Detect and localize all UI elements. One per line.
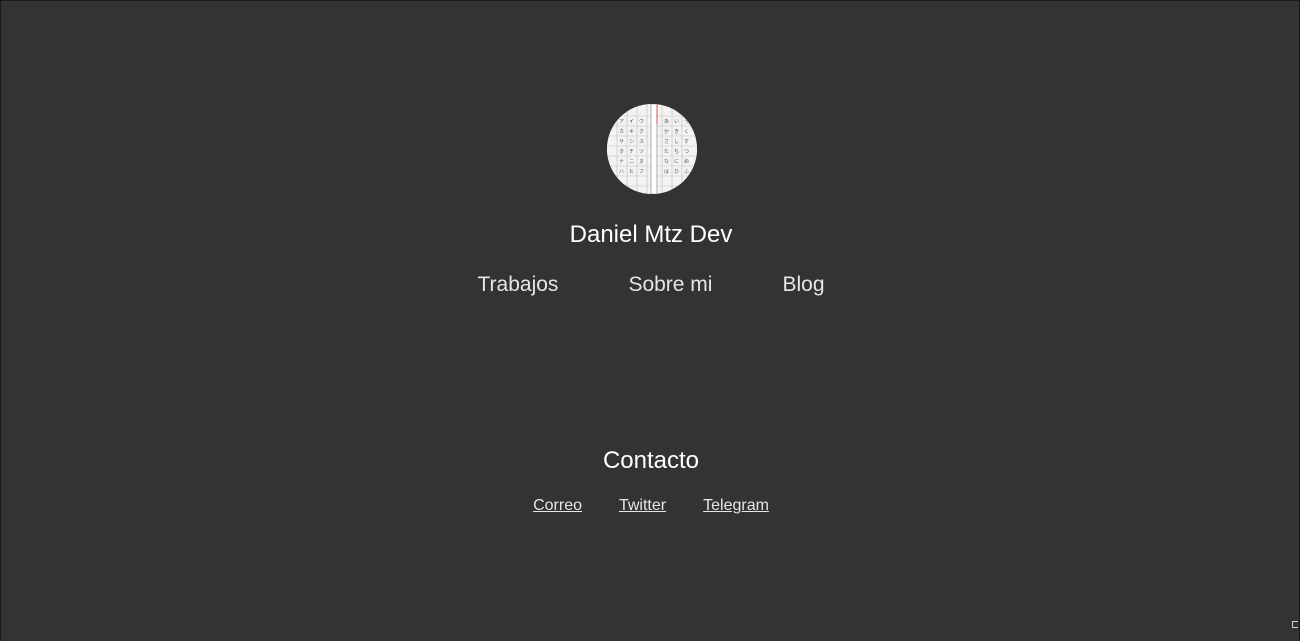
svg-text:ヌ: ヌ <box>639 159 644 165</box>
svg-text:く: く <box>684 129 689 135</box>
contact-heading: Contacto <box>602 447 700 474</box>
svg-text:た: た <box>664 149 669 155</box>
svg-text:カ: カ <box>619 129 624 135</box>
svg-text:な: な <box>664 158 669 165</box>
svg-text:チ: チ <box>629 149 634 155</box>
svg-text:ヒ: ヒ <box>629 169 634 175</box>
svg-text:か: か <box>664 128 669 135</box>
nav-link-blog[interactable]: Blog <box>782 269 824 301</box>
svg-text:ウ: ウ <box>639 118 644 125</box>
page: アイウ カキク サシス タチツ ナニヌ ハヒフ あいう かきく さしす たちつ … <box>0 0 1300 641</box>
svg-text:ツ: ツ <box>639 149 644 155</box>
avatar[interactable]: アイウ カキク サシス タチツ ナニヌ ハヒフ あいう かきく さしす たちつ … <box>607 104 697 194</box>
svg-text:ナ: ナ <box>619 159 624 165</box>
contact-link-correo[interactable]: Correo <box>533 495 582 517</box>
svg-text:ク: ク <box>639 129 644 135</box>
svg-text:タ: タ <box>619 148 624 155</box>
svg-text:フ: フ <box>639 169 644 175</box>
nav-link-sobre-mi[interactable]: Sobre mi <box>628 269 712 301</box>
nav-link-trabajos[interactable]: Trabajos <box>478 269 559 301</box>
svg-text:は: は <box>664 169 669 175</box>
svg-text:つ: つ <box>684 149 689 155</box>
svg-text:う: う <box>684 119 689 125</box>
svg-text:ス: ス <box>639 139 644 145</box>
svg-text:あ: あ <box>664 119 669 125</box>
svg-text:サ: サ <box>619 139 624 145</box>
svg-text:ぬ: ぬ <box>684 159 689 165</box>
svg-text:ふ: ふ <box>684 169 689 175</box>
avatar-image: アイウ カキク サシス タチツ ナニヌ ハヒフ あいう かきく さしす たちつ … <box>607 104 697 194</box>
svg-text:イ: イ <box>629 119 634 125</box>
resize-handle-icon <box>1292 621 1298 628</box>
contact-link-telegram[interactable]: Telegram <box>703 495 769 517</box>
svg-text:さ: さ <box>664 138 669 145</box>
contact-link-twitter[interactable]: Twitter <box>619 495 666 517</box>
main-nav: Trabajos Sobre mi Blog <box>1 269 1300 301</box>
svg-text:ち: ち <box>674 149 679 155</box>
svg-text:い: い <box>674 119 679 125</box>
svg-text:ニ: ニ <box>629 159 634 165</box>
svg-text:ハ: ハ <box>619 169 624 175</box>
svg-text:キ: キ <box>629 129 634 135</box>
svg-text:に: に <box>674 159 679 165</box>
svg-text:し: し <box>674 139 679 145</box>
svg-text:シ: シ <box>629 139 634 145</box>
svg-text:ひ: ひ <box>674 169 679 175</box>
svg-text:き: き <box>674 128 679 135</box>
svg-text:ア: ア <box>619 119 624 125</box>
svg-text:す: す <box>684 139 689 145</box>
site-title: Daniel Mtz Dev <box>569 221 733 248</box>
contact-links: Correo Twitter Telegram <box>1 495 1300 517</box>
